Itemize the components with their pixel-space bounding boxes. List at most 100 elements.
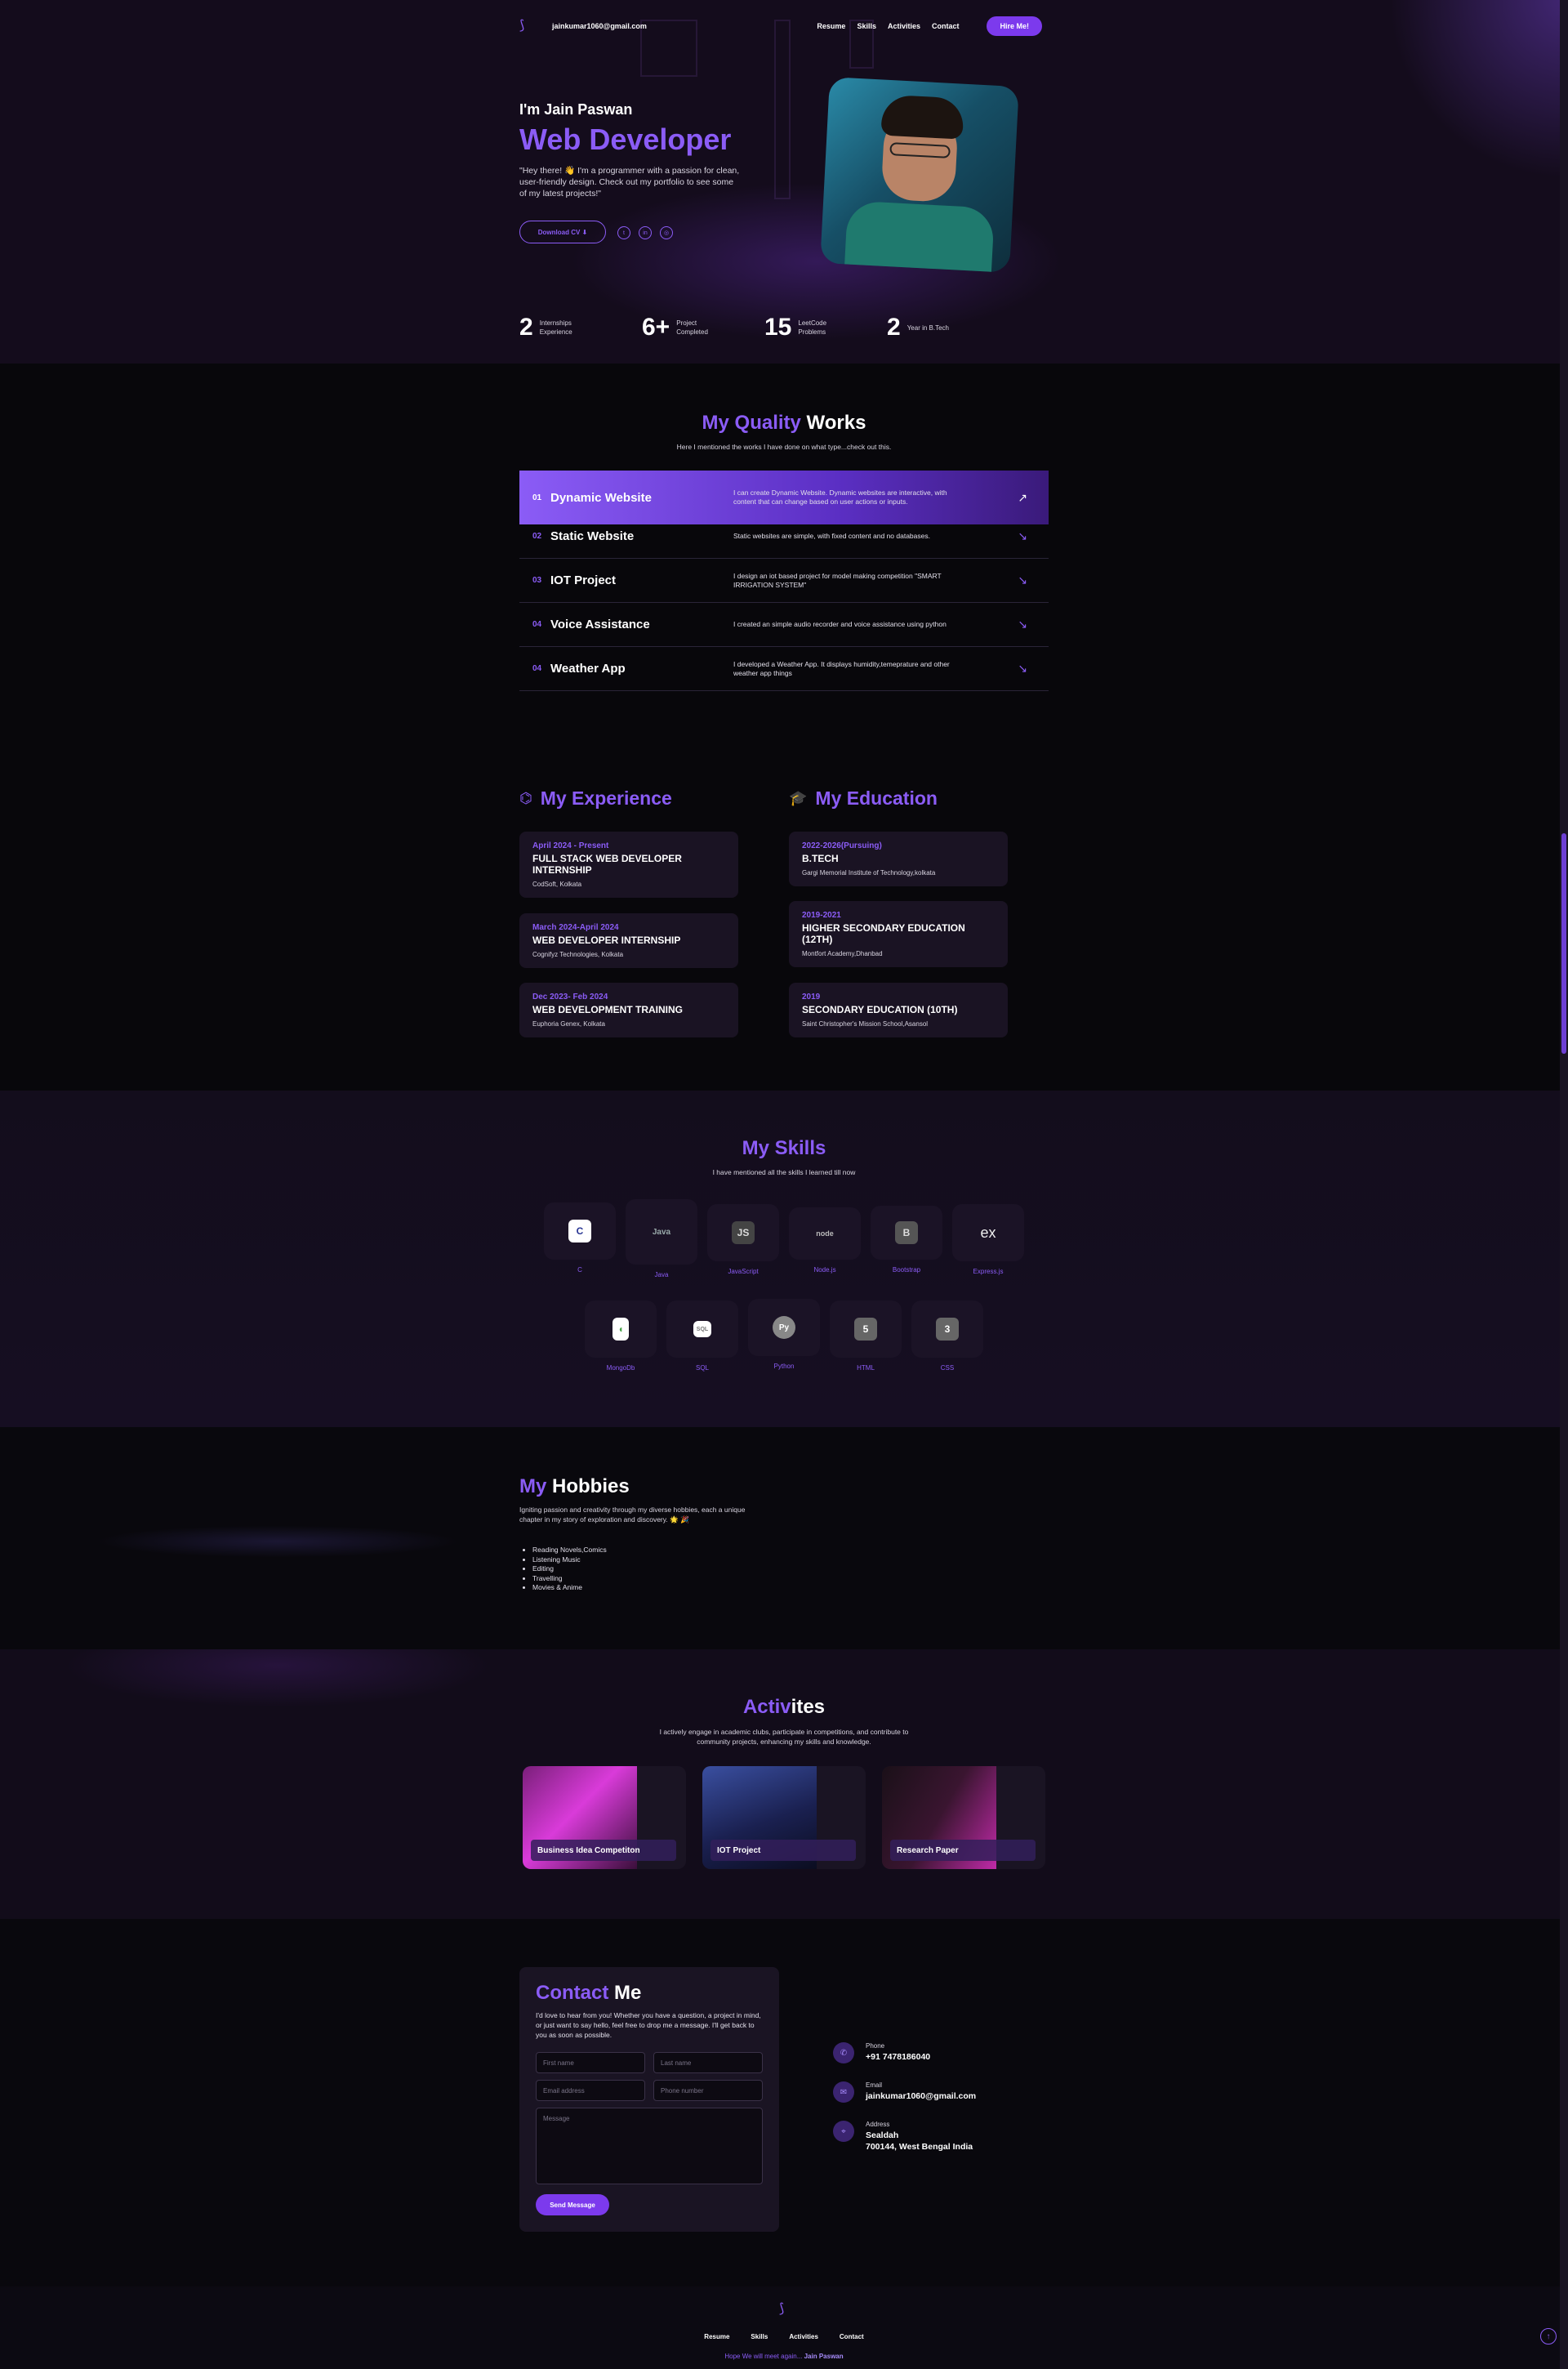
education-card: 2019-2021 HIGHER SECONDARY EDUCATION (12…: [789, 901, 1008, 967]
first-name-field[interactable]: First name: [536, 2052, 645, 2073]
work-item-static-website[interactable]: 02 Static Website Static websites are si…: [519, 515, 1049, 559]
stat-item: 2 Year in B.Tech: [887, 314, 1009, 341]
contact-email: ✉ Email jainkumar1060@gmail.com: [833, 2081, 976, 2103]
skill-html[interactable]: 5 HTML: [830, 1300, 902, 1372]
scroll-to-top-icon[interactable]: ↑: [1540, 2328, 1557, 2344]
list-item: Editing: [532, 1564, 607, 1574]
activity-card[interactable]: Research Paper: [882, 1766, 1045, 1869]
nav-link-activities[interactable]: Activities: [888, 22, 920, 30]
stat-number: 15: [764, 314, 792, 341]
education-card: 2019 SECONDARY EDUCATION (10TH) Saint Ch…: [789, 983, 1008, 1037]
send-message-button[interactable]: Send Message: [536, 2194, 609, 2215]
hobbies-section: [0, 1427, 1568, 1649]
skill-c[interactable]: C C: [544, 1202, 616, 1274]
experience-heading: ⌬ My Experience: [519, 787, 672, 809]
skill-expressjs[interactable]: ex Express.js: [952, 1204, 1024, 1275]
footer-links: Resume Skills Activities Contact: [0, 2333, 1568, 2340]
phone-icon: ✆: [833, 2042, 854, 2063]
hero-description: "Hey there! 👋 I'm a programmer with a pa…: [519, 166, 740, 199]
message-field[interactable]: Message: [536, 2108, 763, 2184]
footer-link-resume[interactable]: Resume: [704, 2333, 729, 2340]
stat-number: 2: [519, 314, 533, 341]
work-item-weather-app[interactable]: 04 Weather App I developed a Weather App…: [519, 647, 1049, 691]
skills-subtitle: I have mentioned all the skills I learne…: [712, 1168, 856, 1176]
nav-link-contact[interactable]: Contact: [932, 22, 960, 30]
hobbies-description: Igniting passion and creativity through …: [519, 1506, 746, 1524]
stats-row: 2 Internships Experience 6+ Project Comp…: [519, 314, 1009, 341]
stat-label: Project Completed: [676, 319, 708, 336]
stat-label: Year in B.Tech: [906, 323, 949, 332]
scrollbar-thumb[interactable]: [1561, 833, 1566, 1054]
arrow-down-right-icon[interactable]: ↘: [1018, 573, 1027, 587]
stat-label: LeetCode Problems: [798, 319, 827, 336]
github-icon[interactable]: ◎: [660, 226, 673, 239]
experience-card: April 2024 - Present FULL STACK WEB DEVE…: [519, 832, 738, 898]
skill-css[interactable]: 3 CSS: [911, 1300, 983, 1372]
works-title: My Quality Works: [702, 412, 866, 434]
top-nav: ⟆ jainkumar1060@gmail.com Resume Skills …: [519, 15, 1042, 38]
list-item: Movies & Anime: [532, 1583, 607, 1593]
skill-python[interactable]: Py Python: [748, 1299, 820, 1370]
linkedin-icon[interactable]: in: [639, 226, 652, 239]
nav-link-resume[interactable]: Resume: [817, 22, 845, 30]
works-subtitle: Here I mentioned the works I have done o…: [676, 443, 892, 451]
contact-section: [0, 1919, 1568, 2286]
skill-bootstrap[interactable]: B Bootstrap: [871, 1206, 942, 1274]
education-card: 2022-2026(Pursuing) B.TECH Gargi Memoria…: [789, 832, 1008, 886]
location-icon: ⌖: [833, 2121, 854, 2142]
stat-number: 2: [887, 314, 901, 341]
work-item-voice-assistance[interactable]: 04 Voice Assistance I created an simple …: [519, 603, 1049, 647]
nav-link-skills[interactable]: Skills: [857, 22, 876, 30]
hero-greeting: I'm Jain Paswan: [519, 101, 633, 118]
skill-sql[interactable]: SQL SQL: [666, 1300, 738, 1372]
logo-icon[interactable]: ⟆: [519, 18, 529, 34]
footer-link-skills[interactable]: Skills: [751, 2333, 768, 2340]
work-item-iot-project[interactable]: 03 IOT Project I design an iot based pro…: [519, 559, 1049, 603]
graduation-cap-icon: 🎓: [789, 790, 808, 806]
stat-item: 15 LeetCode Problems: [764, 314, 887, 341]
skill-mongodb[interactable]: ◖ MongoDb: [585, 1300, 657, 1372]
nav-email[interactable]: jainkumar1060@gmail.com: [552, 22, 647, 30]
download-cv-button[interactable]: Download CV ⬇: [519, 221, 606, 243]
activities-title: Activites: [742, 1696, 826, 1718]
list-item: Travelling: [532, 1574, 607, 1584]
stat-label: Internships Experience: [539, 319, 572, 336]
stat-item: 6+ Project Completed: [642, 314, 764, 341]
experience-card: March 2024-April 2024 WEB DEVELOPER INTE…: [519, 913, 738, 968]
last-name-field[interactable]: Last name: [653, 2052, 763, 2073]
skill-nodejs[interactable]: node Node.js: [789, 1207, 861, 1274]
page-scrollbar[interactable]: [1560, 0, 1568, 2369]
email-field[interactable]: Email address: [536, 2080, 645, 2101]
stat-item: 2 Internships Experience: [519, 314, 642, 341]
arrow-down-right-icon[interactable]: ↘: [1018, 529, 1027, 543]
stat-number: 6+: [642, 314, 670, 341]
hobbies-title: My Hobbies: [519, 1475, 630, 1497]
experience-card: Dec 2023- Feb 2024 WEB DEVELOPMENT TRAIN…: [519, 983, 738, 1037]
contact-phone: ✆ Phone +91 7478186040: [833, 2042, 930, 2063]
briefcase-icon: ⌬: [519, 790, 532, 806]
footer-logo-icon[interactable]: ⟆: [779, 2300, 784, 2317]
nav-links: Resume Skills Activities Contact Hire Me…: [817, 16, 1042, 36]
twitter-icon[interactable]: t: [617, 226, 630, 239]
hero-glow: [1388, 0, 1568, 180]
skill-javascript[interactable]: JS JavaScript: [707, 1204, 779, 1275]
phone-field[interactable]: Phone number: [653, 2080, 763, 2101]
list-item: Listening Music: [532, 1555, 607, 1565]
decorative-letter-shape: [774, 20, 791, 199]
activity-card[interactable]: Business Idea Competiton: [523, 1766, 686, 1869]
skills-title: My Skills: [742, 1137, 826, 1159]
hobbies-list: Reading Novels,Comics Listening Music Ed…: [532, 1546, 607, 1593]
contact-description: I'd love to hear from you! Whether you h…: [536, 2011, 761, 2039]
hire-me-button[interactable]: Hire Me!: [987, 16, 1042, 36]
social-links: t in ◎: [617, 226, 673, 239]
education-heading: 🎓 My Education: [789, 787, 938, 809]
arrow-down-right-icon[interactable]: ↘: [1018, 662, 1027, 676]
arrow-up-right-icon[interactable]: ↗: [1018, 491, 1027, 505]
footer-note: Hope We will meet again... Jain Paswan: [724, 2353, 844, 2360]
activity-card[interactable]: IOT Project: [702, 1766, 866, 1869]
skill-java[interactable]: Java Java: [626, 1199, 697, 1278]
footer-link-activities[interactable]: Activities: [789, 2333, 818, 2340]
mail-icon: ✉: [833, 2081, 854, 2103]
footer-link-contact[interactable]: Contact: [840, 2333, 864, 2340]
arrow-down-right-icon[interactable]: ↘: [1018, 618, 1027, 631]
